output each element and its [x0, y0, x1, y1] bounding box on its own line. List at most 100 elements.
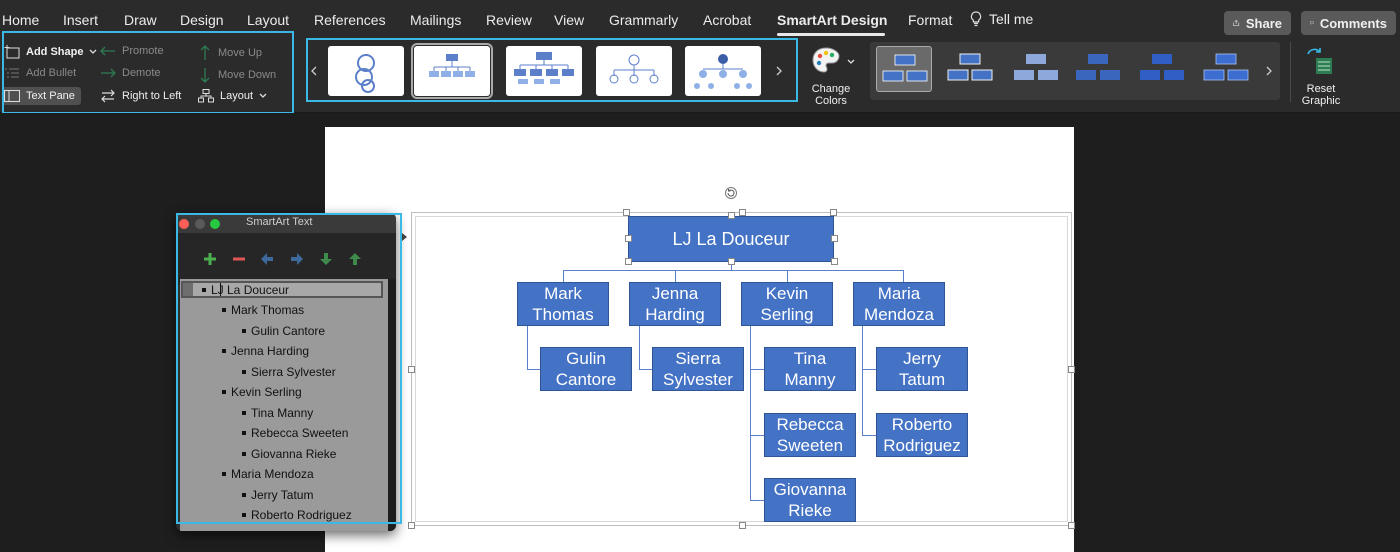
- layout-thumb-labeled-hierarchy[interactable]: [685, 46, 761, 96]
- connector-line: [527, 369, 541, 370]
- org-node-manager[interactable]: Maria Mendoza: [853, 282, 945, 326]
- org-node-manager[interactable]: Mark Thomas: [517, 282, 609, 326]
- style-thumb-simple-fill[interactable]: [876, 46, 932, 92]
- resize-handle[interactable]: [728, 212, 735, 219]
- add-item-icon[interactable]: [204, 253, 216, 265]
- list-item[interactable]: Tina Manny: [242, 406, 313, 420]
- resize-handle[interactable]: [831, 235, 838, 242]
- list-item[interactable]: Roberto Rodriguez: [242, 508, 352, 522]
- resize-handle[interactable]: [831, 258, 838, 265]
- list-item[interactable]: Kevin Serling: [222, 385, 302, 399]
- style-thumb-white-outline[interactable]: [942, 46, 998, 92]
- comments-button[interactable]: Comments: [1301, 11, 1396, 35]
- layout-thumb-name-title-org[interactable]: [506, 46, 582, 96]
- style-thumb-intense[interactable]: [1134, 46, 1190, 92]
- move-up-button[interactable]: Move Up: [198, 45, 262, 61]
- gallery-scroll-left-icon[interactable]: [311, 66, 317, 76]
- text-pane-toggle-icon[interactable]: [401, 232, 408, 242]
- list-item[interactable]: Sierra Sylvester: [242, 365, 336, 379]
- layout-thumb-circle-hierarchy[interactable]: [328, 46, 404, 96]
- resize-handle[interactable]: [830, 209, 837, 216]
- tab-layout[interactable]: Layout: [247, 12, 289, 28]
- move-down-button[interactable]: Move Down: [198, 67, 276, 83]
- org-node-report[interactable]: Giovanna Rieke: [764, 478, 856, 522]
- tab-format[interactable]: Format: [908, 12, 952, 28]
- pane-scrollbar[interactable]: [388, 279, 396, 531]
- remove-item-icon[interactable]: [233, 253, 245, 265]
- style-thumb-polished[interactable]: [1198, 46, 1254, 92]
- list-item[interactable]: Giovanna Rieke: [242, 447, 336, 461]
- list-item[interactable]: Maria Mendoza: [222, 467, 314, 481]
- pane-toolbar: [176, 233, 396, 285]
- tab-smartart-design[interactable]: SmartArt Design: [777, 12, 887, 28]
- text-pane-button[interactable]: Text Pane: [2, 87, 81, 105]
- org-node-root[interactable]: LJ La Douceur: [628, 216, 834, 262]
- move-up-arrow-icon[interactable]: [349, 253, 361, 265]
- tab-view[interactable]: View: [554, 12, 584, 28]
- style-thumb-moderate[interactable]: [1070, 46, 1126, 92]
- tab-grammarly[interactable]: Grammarly: [609, 12, 678, 28]
- resize-handle[interactable]: [625, 235, 632, 242]
- list-item[interactable]: Rebecca Sweeten: [242, 426, 348, 440]
- tell-me-search[interactable]: Tell me: [970, 11, 1033, 27]
- style-thumb-subtle[interactable]: [1008, 46, 1064, 92]
- zoom-icon[interactable]: [210, 219, 220, 229]
- list-item[interactable]: Mark Thomas: [222, 303, 304, 317]
- resize-handle[interactable]: [739, 209, 746, 216]
- demote-arrow-icon[interactable]: [291, 253, 303, 265]
- org-node-report[interactable]: Gulin Cantore: [540, 347, 632, 391]
- org-chart-layout-icon: [429, 54, 475, 77]
- promote-arrow-icon[interactable]: [261, 253, 273, 265]
- layout-thumb-org-chart[interactable]: [411, 43, 493, 99]
- ribbon-tab-bar: Home Insert Draw Design Layout Reference…: [0, 0, 1400, 40]
- list-item[interactable]: Gulin Cantore: [242, 324, 325, 338]
- layout-button[interactable]: Layout: [198, 89, 267, 103]
- org-node-report[interactable]: Rebecca Sweeten: [764, 413, 856, 457]
- tab-review[interactable]: Review: [486, 12, 532, 28]
- share-button[interactable]: Share: [1224, 11, 1291, 35]
- tab-mailings[interactable]: Mailings: [410, 12, 461, 28]
- org-node-report[interactable]: Jerry Tatum: [876, 347, 968, 391]
- minimize-icon[interactable]: [195, 219, 205, 229]
- change-colors-button[interactable]: Change Colors: [808, 44, 858, 107]
- styles-scroll-right-icon[interactable]: [1266, 66, 1272, 76]
- resize-handle[interactable]: [408, 522, 415, 529]
- reset-graphic-button[interactable]: Reset Graphic: [1298, 44, 1344, 107]
- resize-handle[interactable]: [1068, 522, 1075, 529]
- org-node-report[interactable]: Sierra Sylvester: [652, 347, 744, 391]
- resize-handle[interactable]: [625, 258, 632, 265]
- resize-handle[interactable]: [739, 522, 746, 529]
- demote-button[interactable]: Demote: [100, 67, 161, 79]
- org-node-report[interactable]: Roberto Rodriguez: [876, 413, 968, 457]
- tab-draw[interactable]: Draw: [124, 12, 157, 28]
- list-item[interactable]: LJ La Douceur: [202, 283, 289, 297]
- list-item[interactable]: Jerry Tatum: [242, 488, 313, 502]
- list-item[interactable]: Jenna Harding: [222, 344, 309, 358]
- add-shape-button[interactable]: Add Shape: [4, 45, 97, 59]
- org-node-report[interactable]: Tina Manny: [764, 347, 856, 391]
- right-to-left-button[interactable]: Right to Left: [100, 89, 181, 103]
- add-bullet-button[interactable]: Add Bullet: [4, 67, 76, 79]
- resize-handle[interactable]: [408, 366, 415, 373]
- rotate-handle-icon[interactable]: [724, 186, 738, 200]
- name-title-layout-icon: [514, 52, 574, 84]
- tab-home[interactable]: Home: [2, 12, 39, 28]
- tab-design[interactable]: Design: [180, 12, 224, 28]
- layout-thumb-circle-picture[interactable]: [596, 46, 672, 96]
- org-node-manager[interactable]: Kevin Serling: [741, 282, 833, 326]
- tab-acrobat[interactable]: Acrobat: [703, 12, 751, 28]
- list-item-text: Roberto Rodriguez: [251, 508, 352, 522]
- gallery-scroll-right-icon[interactable]: [776, 66, 782, 76]
- list-item-text: Jerry Tatum: [251, 488, 314, 502]
- circle-layout-icon: [355, 54, 375, 93]
- org-node-manager[interactable]: Jenna Harding: [629, 282, 721, 326]
- resize-handle[interactable]: [1068, 366, 1075, 373]
- tab-insert[interactable]: Insert: [63, 12, 98, 28]
- move-down-arrow-icon[interactable]: [320, 253, 332, 265]
- close-icon[interactable]: [179, 219, 189, 229]
- tab-references[interactable]: References: [314, 12, 386, 28]
- promote-button[interactable]: Promote: [100, 45, 164, 57]
- resize-handle[interactable]: [728, 258, 735, 265]
- resize-handle[interactable]: [623, 209, 630, 216]
- connector-line: [675, 270, 676, 282]
